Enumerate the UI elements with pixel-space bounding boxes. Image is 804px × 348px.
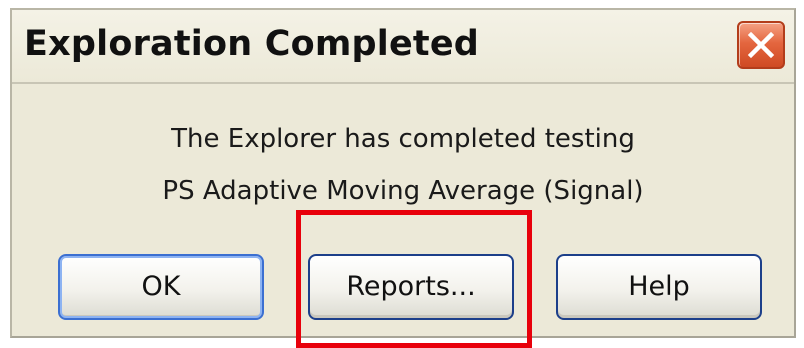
message-line-2: PS Adaptive Moving Average (Signal) bbox=[162, 176, 644, 206]
ok-button[interactable]: OK bbox=[58, 254, 264, 320]
help-button[interactable]: Help bbox=[556, 254, 762, 320]
close-button[interactable] bbox=[737, 21, 785, 69]
dialog-title: Exploration Completed bbox=[24, 24, 480, 64]
title-bar[interactable]: Exploration Completed bbox=[12, 10, 794, 84]
close-icon bbox=[747, 31, 775, 59]
exploration-completed-dialog: Exploration Completed The Explorer has c… bbox=[10, 8, 796, 348]
message-line-1: The Explorer has completed testing bbox=[171, 124, 635, 154]
reports-button[interactable]: Reports... bbox=[308, 254, 514, 320]
